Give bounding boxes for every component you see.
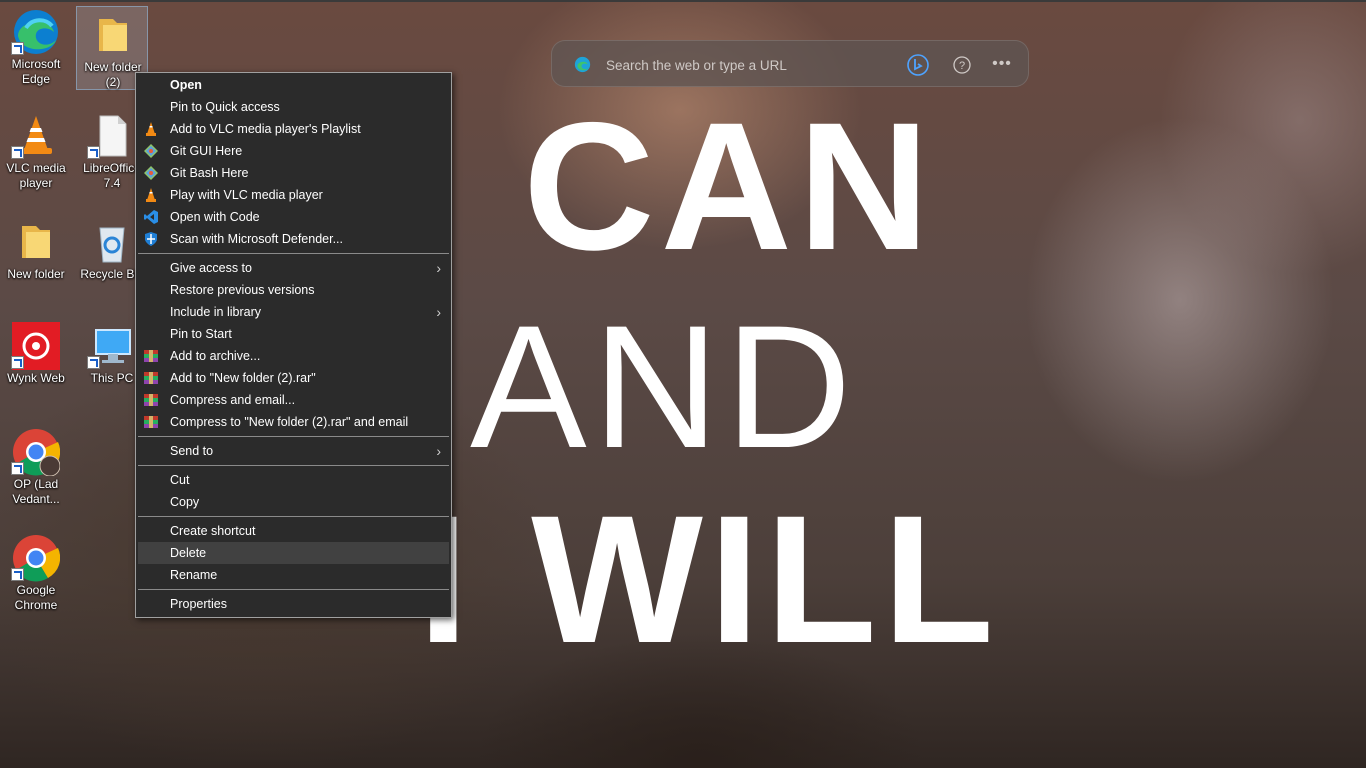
desktop-icon-wynk-web[interactable]: Wynk Web	[0, 318, 72, 408]
menu-item-label: Rename	[170, 568, 218, 582]
desktop-icon-new-folder[interactable]: New folder	[0, 214, 72, 304]
shortcut-arrow-icon	[11, 356, 24, 369]
git-icon	[144, 144, 158, 158]
desktop-icon-label: Microsoft Edge	[11, 57, 61, 86]
desktop-icon-label: Wynk Web	[7, 371, 65, 385]
menu-item-label: Add to archive...	[170, 349, 261, 363]
menu-item-label: Send to	[170, 444, 214, 458]
more-options-icon[interactable]: •••	[991, 54, 1013, 76]
menu-item-add-to-rar[interactable]: Add to "New folder (2).rar"	[138, 367, 449, 389]
menu-item-label: Pin to Quick access	[170, 100, 280, 114]
web-search-bar[interactable]: ? •••	[551, 40, 1029, 87]
menu-separator	[138, 465, 449, 466]
menu-item-add-vlc-playlist[interactable]: Add to VLC media player's Playlist	[138, 118, 449, 140]
shortcut-arrow-icon	[11, 568, 24, 581]
winrar-icon	[144, 394, 158, 406]
menu-item-label: Add to "New folder (2).rar"	[170, 371, 316, 385]
desktop-icon-label: VLC media player	[6, 161, 66, 190]
context-menu: Open Pin to Quick access Add to VLC medi…	[135, 72, 452, 618]
menu-item-label: Git GUI Here	[170, 144, 243, 158]
shortcut-arrow-icon	[11, 42, 24, 55]
menu-item-pin-start[interactable]: Pin to Start	[138, 323, 449, 345]
menu-item-restore-versions[interactable]: Restore previous versions	[138, 279, 449, 301]
desktop-icon-vlc[interactable]: VLC media player	[0, 108, 72, 198]
defender-icon	[145, 232, 157, 246]
menu-item-delete[interactable]: Delete	[138, 542, 449, 564]
submenu-arrow-icon: ›	[436, 260, 441, 276]
folder-icon	[22, 226, 50, 258]
menu-item-play-vlc[interactable]: Play with VLC media player	[138, 184, 449, 206]
menu-item-compress-email[interactable]: Compress and email...	[138, 389, 449, 411]
winrar-icon	[144, 416, 158, 428]
top-border	[0, 0, 1366, 2]
folder-icon	[99, 19, 127, 51]
desktop-icon-label: Google Chrome	[14, 583, 58, 612]
vscode-icon	[144, 210, 158, 224]
menu-item-label: Add to VLC media player's Playlist	[170, 122, 361, 136]
menu-item-label: Open with Code	[170, 210, 260, 224]
desktop-icon-label: New folder	[7, 267, 65, 281]
menu-item-label: Copy	[170, 495, 200, 509]
help-icon[interactable]: ?	[951, 54, 973, 76]
desktop-icon-label: OP (Lad Vedant...	[12, 477, 60, 506]
bing-icon[interactable]	[907, 54, 929, 76]
menu-item-label: Restore previous versions	[170, 283, 315, 297]
menu-item-properties[interactable]: Properties	[138, 593, 449, 615]
shortcut-arrow-icon	[87, 146, 100, 159]
menu-item-include-library[interactable]: Include in library ›	[138, 301, 449, 323]
menu-item-label: Compress and email...	[170, 393, 296, 407]
submenu-arrow-icon: ›	[436, 443, 441, 459]
menu-item-create-shortcut[interactable]: Create shortcut	[138, 520, 449, 542]
edge-icon	[574, 56, 591, 73]
search-input[interactable]	[604, 53, 898, 77]
vlc-icon	[146, 122, 156, 136]
wallpaper-text-line-3: I WILL	[418, 477, 1000, 681]
git-icon	[144, 166, 158, 180]
menu-item-send-to[interactable]: Send to ›	[138, 440, 449, 462]
menu-item-scan-defender[interactable]: Scan with Microsoft Defender...	[138, 228, 449, 250]
desktop-icon-google-chrome[interactable]: Google Chrome	[0, 530, 72, 620]
menu-item-label: Compress to "New folder (2).rar" and ema…	[170, 415, 409, 429]
menu-item-label: Give access to	[170, 261, 252, 275]
menu-item-label: Create shortcut	[170, 524, 256, 538]
menu-item-open[interactable]: Open	[138, 74, 449, 96]
desktop-icon-op-lad-vedant[interactable]: OP (Lad Vedant...	[0, 424, 72, 514]
menu-item-rename[interactable]: Rename	[138, 564, 449, 586]
menu-item-label: Open	[170, 78, 202, 92]
menu-item-give-access[interactable]: Give access to ›	[138, 257, 449, 279]
menu-item-label: Delete	[170, 546, 207, 560]
menu-item-open-with-code[interactable]: Open with Code	[138, 206, 449, 228]
submenu-arrow-icon: ›	[436, 304, 441, 320]
menu-item-pin-quick-access[interactable]: Pin to Quick access	[138, 96, 449, 118]
winrar-icon	[144, 350, 158, 362]
vlc-icon	[146, 188, 156, 202]
menu-item-label: Scan with Microsoft Defender...	[170, 232, 343, 246]
wallpaper-text-line-2: AND	[470, 290, 858, 485]
menu-item-git-bash[interactable]: Git Bash Here	[138, 162, 449, 184]
wallpaper-text-line-1: I CAN	[410, 84, 936, 288]
menu-item-label: Play with VLC media player	[170, 188, 323, 202]
shortcut-arrow-icon	[87, 356, 100, 369]
menu-item-cut[interactable]: Cut	[138, 469, 449, 491]
shortcut-arrow-icon	[11, 146, 24, 159]
menu-item-label: Include in library	[170, 305, 262, 319]
menu-separator	[138, 436, 449, 437]
menu-item-label: Git Bash Here	[170, 166, 249, 180]
menu-item-git-gui[interactable]: Git GUI Here	[138, 140, 449, 162]
desktop-icon-microsoft-edge[interactable]: Microsoft Edge	[0, 4, 72, 94]
shortcut-arrow-icon	[11, 462, 24, 475]
menu-item-add-archive[interactable]: Add to archive...	[138, 345, 449, 367]
menu-item-label: Pin to Start	[170, 327, 232, 341]
svg-text:?: ?	[959, 60, 965, 72]
menu-separator	[138, 516, 449, 517]
menu-item-copy[interactable]: Copy	[138, 491, 449, 513]
winrar-icon	[144, 372, 158, 384]
recycle-bin-icon	[99, 227, 125, 263]
menu-item-label: Cut	[170, 473, 190, 487]
menu-separator	[138, 589, 449, 590]
menu-item-label: Properties	[170, 597, 227, 611]
menu-item-compress-rar-email[interactable]: Compress to "New folder (2).rar" and ema…	[138, 411, 449, 433]
menu-separator	[138, 253, 449, 254]
